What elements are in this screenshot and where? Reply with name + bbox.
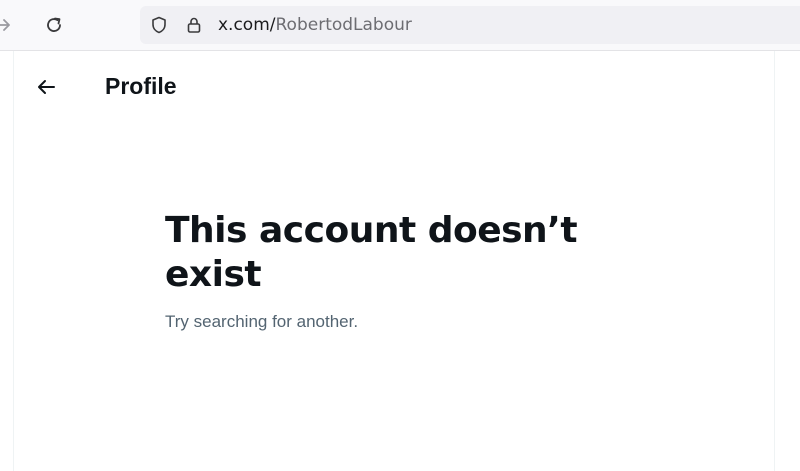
page-title: Profile [105, 73, 177, 99]
arrow-left-icon [38, 80, 55, 94]
back-button[interactable] [28, 69, 64, 105]
forward-button[interactable] [0, 10, 18, 40]
url-text[interactable]: x.com/RobertodLabour [218, 14, 412, 36]
empty-state-subtitle: Try searching for another. [165, 312, 359, 331]
arrow-right-icon [0, 19, 10, 31]
reload-button[interactable] [39, 10, 69, 40]
address-bar[interactable]: x.com/RobertodLabour [140, 6, 800, 44]
empty-state-title: This account doesn’t exist [165, 210, 578, 295]
browser-toolbar: x.com/RobertodLabour [0, 0, 800, 51]
empty-state: This account doesn’t exist Try searching… [165, 209, 595, 333]
url-domain: x.com/ [218, 15, 276, 35]
lock-icon[interactable] [184, 15, 204, 35]
url-path: RobertodLabour [275, 15, 412, 35]
main-column: Profile This account doesn’t exist Try s… [13, 51, 775, 471]
reload-icon [47, 17, 61, 32]
shield-icon[interactable] [149, 15, 169, 35]
